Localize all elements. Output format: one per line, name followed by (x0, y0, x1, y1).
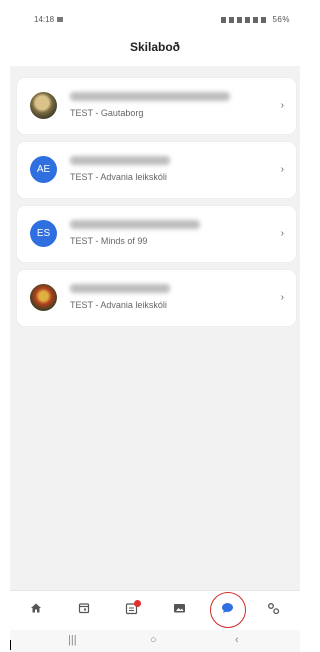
status-bar: 14:18 56% (10, 0, 300, 36)
tab-attendance[interactable] (111, 595, 151, 627)
tab-messages[interactable] (207, 592, 247, 628)
conversation-item[interactable]: TEST - Advania leikskóli › (17, 270, 296, 326)
tab-calendar[interactable] (64, 595, 104, 627)
bottom-tab-bar (10, 590, 300, 631)
chevron-right-icon: › (280, 100, 284, 111)
tab-home[interactable] (16, 595, 56, 627)
conversation-item[interactable]: AE TEST - Advania leikskóli › (17, 142, 296, 198)
contact-name-redacted (70, 92, 230, 101)
recents-button[interactable]: ||| (68, 634, 77, 646)
avatar (30, 92, 57, 119)
notification-badge (134, 600, 141, 607)
phone-screen: 14:18 56% Skilaboð TEST - Gautaborg › AE… (10, 0, 300, 652)
status-time: 14:18 (34, 15, 64, 24)
home-icon (31, 603, 41, 613)
conversation-subtitle: TEST - Minds of 99 (70, 236, 148, 246)
home-button[interactable]: ○ (150, 634, 157, 646)
photos-icon (173, 604, 185, 613)
edge-mark (10, 640, 11, 650)
highlight-circle (210, 592, 246, 628)
page-title: Skilaboð (129, 40, 180, 54)
gallery-notification-icon (57, 17, 64, 23)
avatar: ES (30, 220, 57, 247)
system-navigation-bar: ||| ○ ‹ (10, 630, 300, 652)
chevron-right-icon: › (280, 164, 284, 175)
signal-wifi-icons (221, 16, 270, 23)
avatar (30, 284, 57, 311)
battery-level: 56% (272, 15, 290, 24)
contact-name-redacted (70, 220, 200, 229)
tab-settings[interactable] (253, 595, 293, 627)
conversation-subtitle: TEST - Advania leikskóli (70, 172, 167, 182)
conversation-item[interactable]: ES TEST - Minds of 99 › (17, 206, 296, 262)
conversation-subtitle: TEST - Advania leikskóli (70, 300, 167, 310)
tab-photos[interactable] (159, 595, 199, 627)
status-icons: 56% (221, 15, 290, 24)
calendar-icon (78, 603, 90, 614)
chevron-right-icon: › (280, 292, 284, 303)
contact-name-redacted (70, 284, 170, 293)
back-button[interactable]: ‹ (235, 634, 239, 646)
settings-icon (267, 603, 279, 615)
contact-name-redacted (70, 156, 170, 165)
conversation-subtitle: TEST - Gautaborg (70, 108, 144, 118)
conversation-list: TEST - Gautaborg › AE TEST - Advania lei… (17, 78, 296, 334)
conversation-item[interactable]: TEST - Gautaborg › (17, 78, 296, 134)
app-header: Skilaboð (10, 36, 300, 66)
avatar: AE (30, 156, 57, 183)
chevron-right-icon: › (280, 228, 284, 239)
